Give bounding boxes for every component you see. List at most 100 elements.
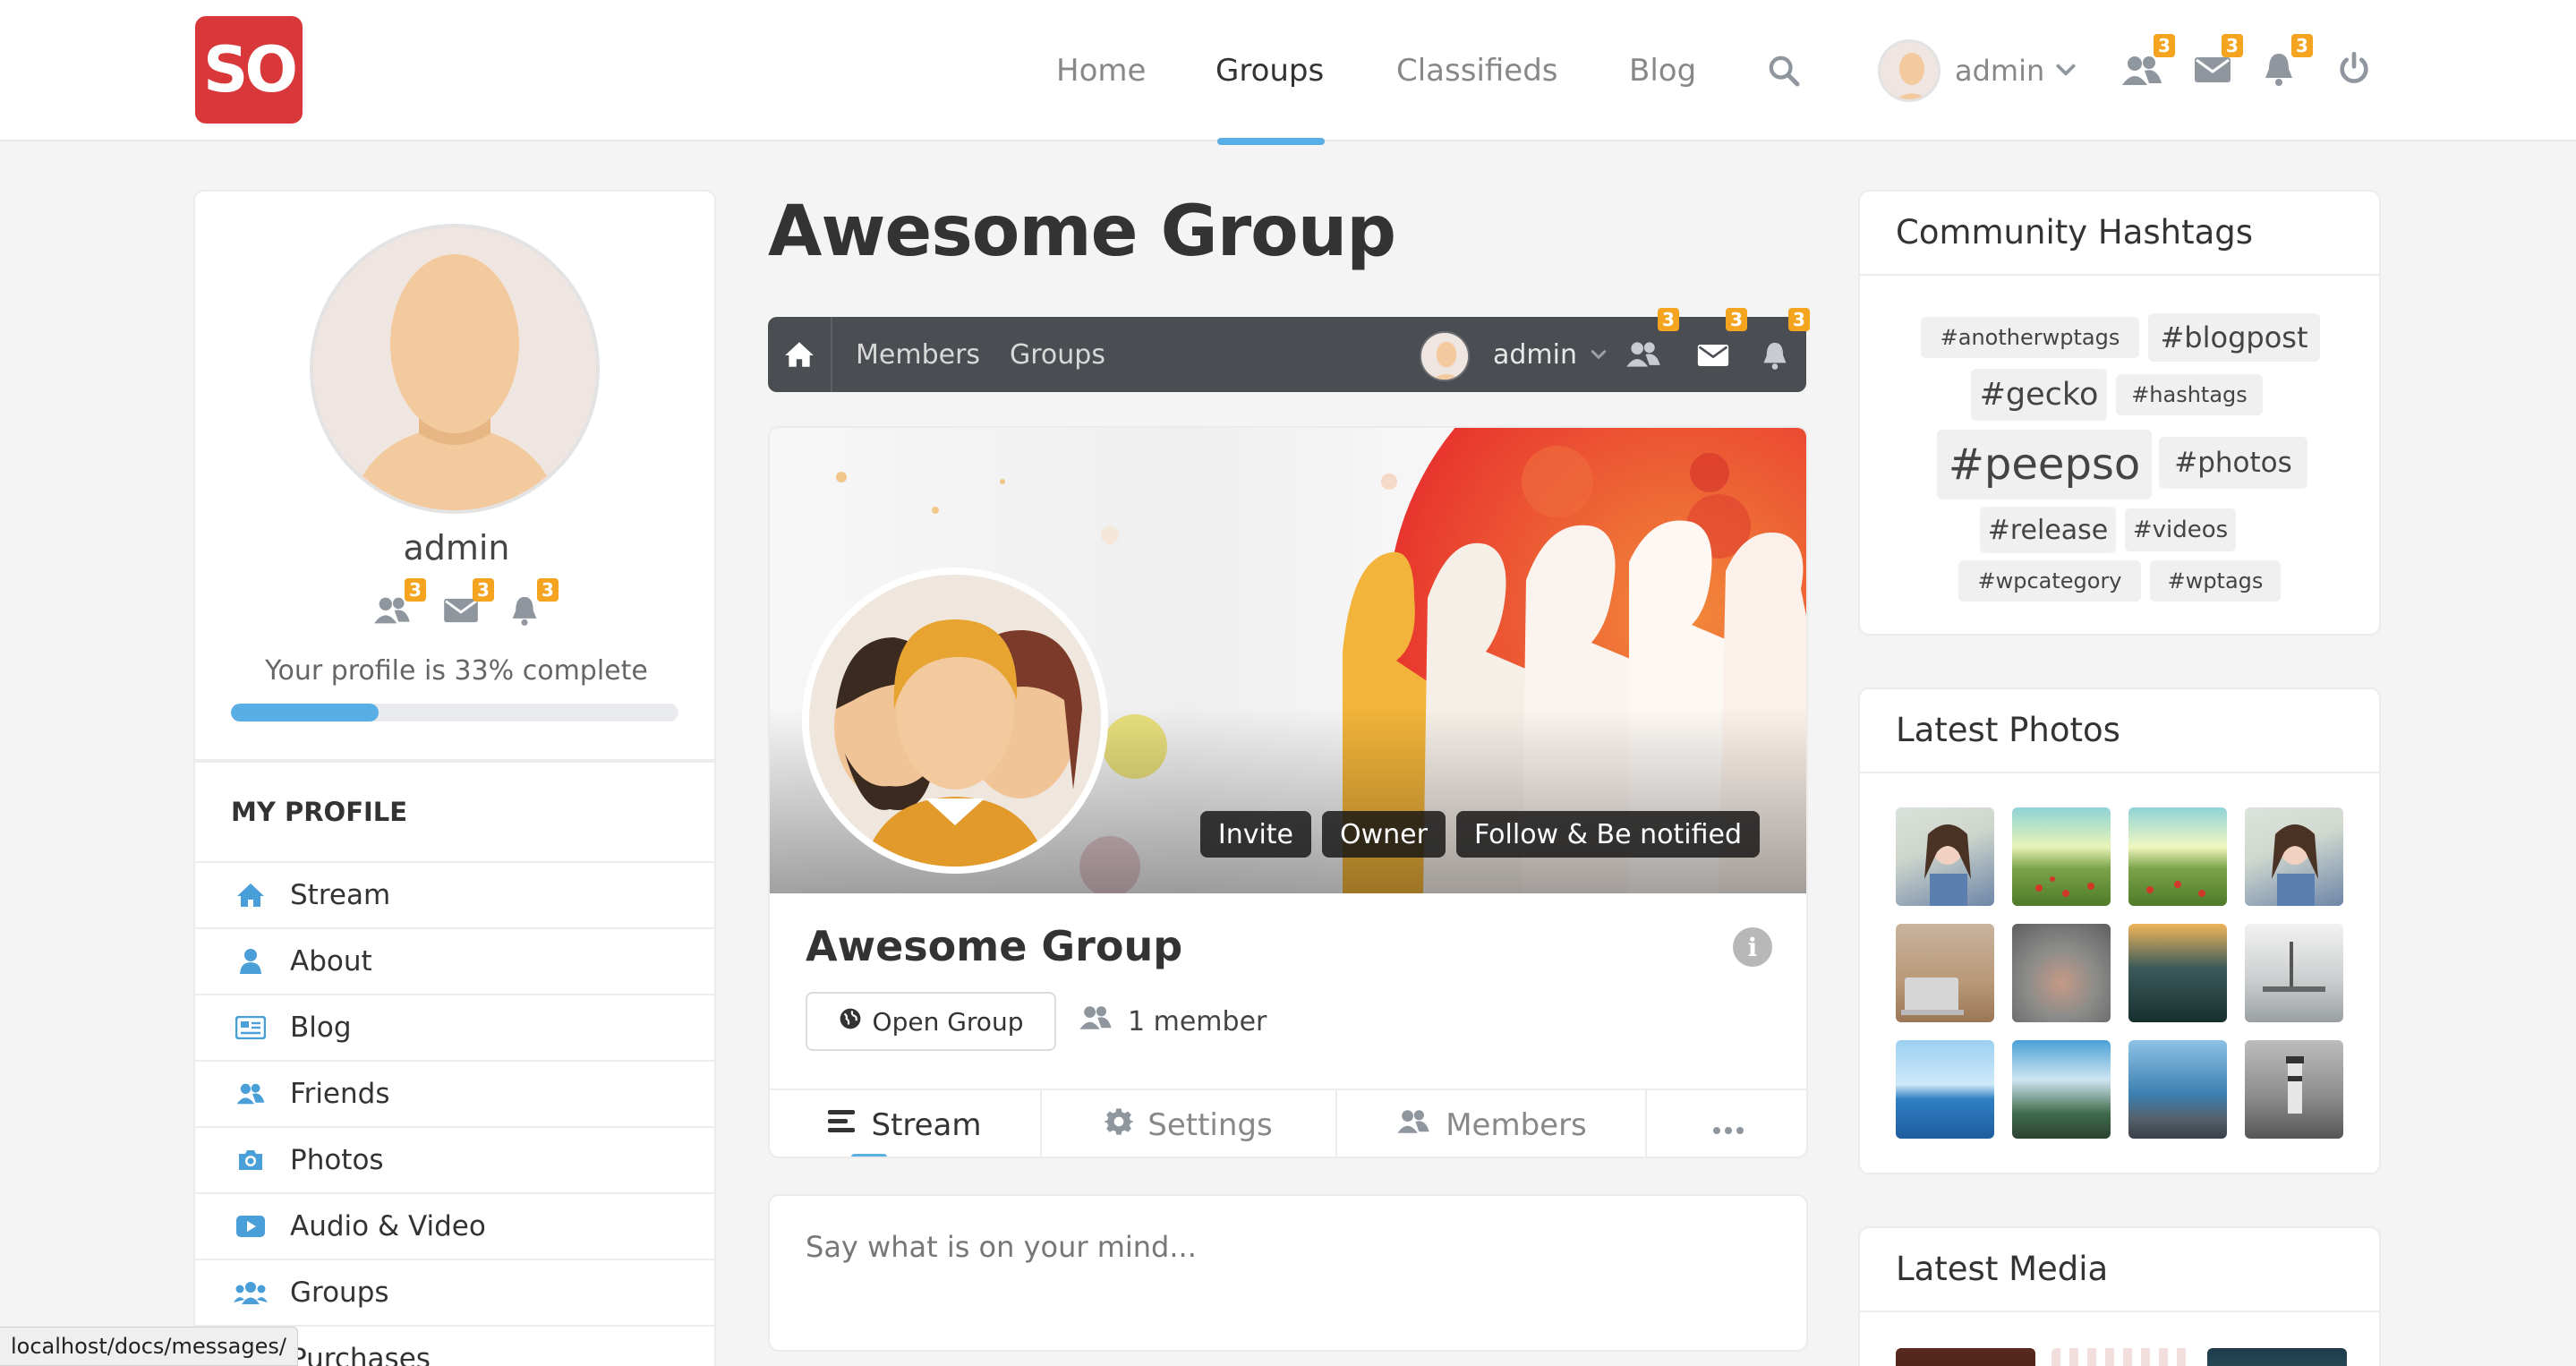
post-input-placeholder[interactable]: Say what is on your mind... [806,1230,1197,1264]
photo-thumb[interactable] [2245,1040,2343,1139]
hashtag[interactable]: #gecko [1971,369,2107,421]
tab-settings[interactable]: Settings [1042,1090,1337,1157]
nav-home[interactable]: Home [1056,0,1146,141]
user-avatar[interactable] [1420,331,1470,381]
menu-item-stream[interactable]: Stream [195,861,714,927]
menu-item-label: Audio & Video [290,1210,486,1242]
bell-icon[interactable] [1760,338,1790,372]
media-thumb[interactable] [2207,1348,2347,1366]
menu-item-label: Purchases [290,1343,431,1366]
site-logo[interactable]: SO [195,16,303,124]
owner-button[interactable]: Owner [1322,811,1446,858]
menu-item-label: Stream [290,879,391,911]
cover-buttons: Invite Owner Follow & Be notified [1199,811,1760,858]
menu-item-blog[interactable]: Blog [195,994,714,1060]
user-avatar[interactable] [1878,39,1941,102]
photo-thumb[interactable] [2012,924,2111,1022]
power-icon[interactable] [2334,48,2374,88]
search-icon[interactable] [1763,50,1804,91]
chevron-down-icon[interactable] [2051,55,2080,84]
photo-thumb[interactable] [2128,1040,2227,1139]
home-icon[interactable] [768,317,832,392]
divider [195,759,714,763]
group-header-card: Invite Owner Follow & Be notified Awesom… [768,426,1808,1158]
hashtag[interactable]: #blogpost [2148,313,2320,362]
menu-item-groups[interactable]: Groups [195,1259,714,1325]
tab-members[interactable]: Members [1337,1090,1647,1157]
chevron-down-icon[interactable] [1588,344,1609,365]
privacy-button[interactable]: Open Group [806,992,1056,1051]
profile-avatar[interactable] [310,224,600,514]
photo-thumb[interactable] [2012,1040,2111,1139]
photo-thumb[interactable] [1896,924,1994,1022]
widget-title: Latest Media [1896,1250,2109,1288]
section-title: MY PROFILE [231,797,408,827]
photo-thumb[interactable] [2245,924,2343,1022]
home-icon [233,882,269,909]
menu-item-friends[interactable]: Friends [195,1060,714,1126]
globe-icon [839,1007,862,1037]
friends-badge: 3 [2154,34,2175,57]
nav-classifieds[interactable]: Classifieds [1396,0,1558,141]
info-icon[interactable]: i [1733,927,1772,967]
hashtag[interactable]: #photos [2159,437,2307,489]
divider [1860,274,2379,276]
hashtags-widget: Community Hashtags #anotherwptags #blogp… [1858,190,2381,636]
user-name[interactable]: admin [1955,0,2044,141]
friends-icon[interactable] [1624,338,1663,371]
group-avatar[interactable] [802,568,1108,874]
photo-thumb[interactable] [2128,807,2227,906]
nav-active-indicator [1217,138,1325,145]
tab-active-indicator [851,1154,887,1157]
notifications-badge: 3 [1788,308,1810,331]
group-nav-user-name[interactable]: admin [1493,317,1577,392]
photo-thumb[interactable] [2128,924,2227,1022]
members-icon [1078,1003,1113,1039]
group-nav-members[interactable]: Members [856,317,980,392]
photo-thumb[interactable] [2245,807,2343,906]
hashtag[interactable]: #wpcategory [1958,560,2141,602]
messages-badge: 3 [2222,34,2243,57]
tab-stream[interactable]: Stream [770,1090,1042,1157]
hashtag[interactable]: #release [1980,507,2116,553]
group-navbar: Members Groups admin 3 3 3 [768,308,1810,392]
messages-badge: 3 [473,578,494,602]
notifications-badge: 3 [2291,34,2313,57]
tab-label: Settings [1147,1107,1273,1143]
divider [1860,772,2379,773]
photo-thumb[interactable] [1896,1040,1994,1139]
menu-item-label: Groups [290,1276,389,1309]
nav-groups[interactable]: Groups [1215,0,1324,141]
invite-button[interactable]: Invite [1199,811,1312,858]
user-icon [233,948,269,975]
top-bar: SO Home Groups Classifieds Blog admin 3 … [0,0,2576,145]
hashtag[interactable]: #videos [2125,508,2236,551]
envelope-icon[interactable] [1695,340,1731,371]
hashtag[interactable]: #anotherwptags [1921,317,2139,358]
follow-button[interactable]: Follow & Be notified [1455,811,1760,858]
photo-thumb[interactable] [1896,807,1994,906]
profile-name[interactable]: admin [195,528,714,568]
stream-icon [828,1107,857,1143]
menu-item-label: Photos [290,1144,384,1176]
profile-menu: Stream About Blog Friends Photos Audio &… [195,861,714,1366]
group-nav-groups[interactable]: Groups [1010,317,1105,392]
menu-item-about[interactable]: About [195,927,714,994]
menu-item-photos[interactable]: Photos [195,1126,714,1192]
media-thumb[interactable] [2051,1348,2191,1366]
bell-icon[interactable] [508,593,541,628]
tab-more[interactable] [1647,1090,1806,1157]
members-count[interactable]: 1 member [1078,992,1267,1051]
hashtag[interactable]: #wptags [2150,560,2281,602]
hashtag[interactable]: #hashtags [2116,374,2263,415]
privacy-label: Open Group [872,1006,1024,1037]
hashtag[interactable]: #peepso [1937,430,2152,499]
friends-badge: 3 [405,578,426,602]
photo-thumb[interactable] [2012,807,2111,906]
menu-item-audio-video[interactable]: Audio & Video [195,1192,714,1259]
nav-blog[interactable]: Blog [1629,0,1696,141]
media-thumb[interactable] [1896,1348,2035,1366]
menu-item-label: Friends [290,1078,390,1110]
post-box[interactable]: Say what is on your mind... [768,1194,1808,1352]
latest-media-widget: Latest Media [1858,1226,2381,1366]
